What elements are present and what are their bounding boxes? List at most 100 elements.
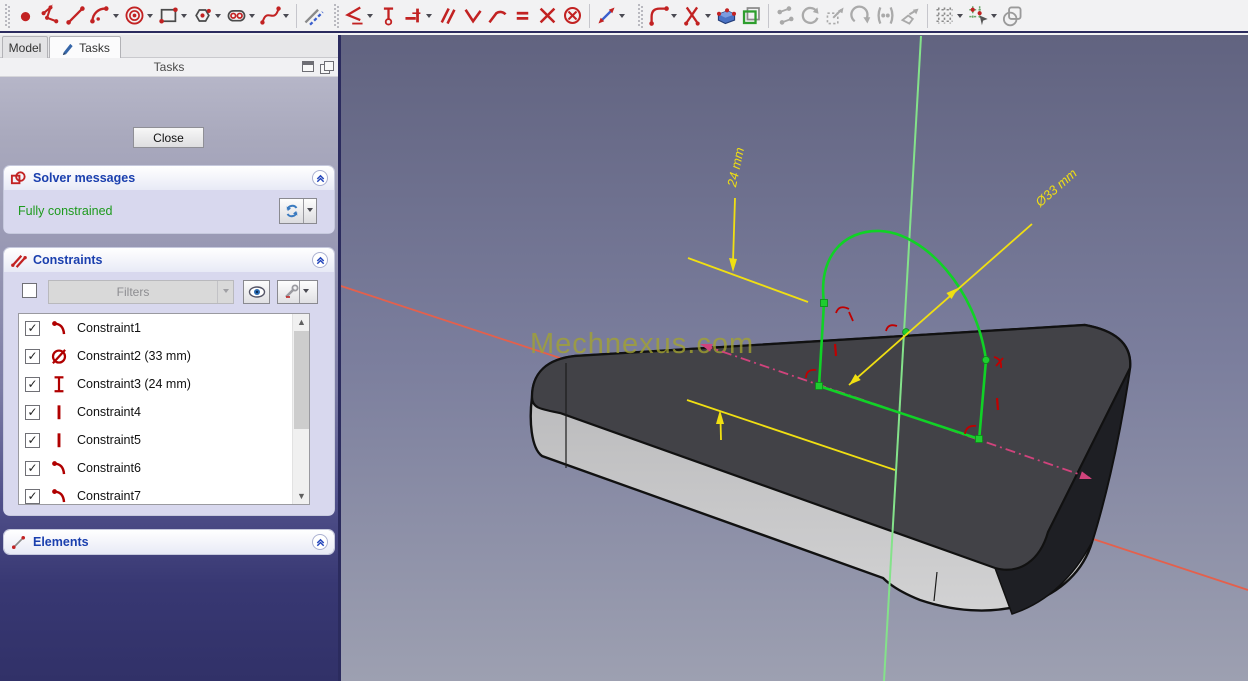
line-button[interactable] bbox=[63, 2, 88, 30]
constraint-checkbox[interactable] bbox=[25, 460, 40, 476]
constraint-checkbox[interactable] bbox=[25, 320, 40, 336]
filters-placeholder: Filters bbox=[116, 285, 150, 299]
tab-model[interactable]: Model bbox=[2, 36, 48, 58]
dock-icon[interactable] bbox=[302, 61, 314, 72]
symmetry-button[interactable] bbox=[873, 2, 898, 30]
constraints-header[interactable]: Constraints bbox=[4, 248, 334, 272]
dimension-dropdown[interactable] bbox=[367, 14, 373, 21]
polygon-dropdown[interactable] bbox=[215, 14, 221, 21]
block-button[interactable] bbox=[560, 2, 585, 30]
constraint-settings-button[interactable] bbox=[277, 280, 318, 304]
constraints-icon bbox=[11, 254, 27, 268]
float-icon[interactable] bbox=[320, 61, 334, 74]
horizontal-vertical-dropdown[interactable] bbox=[426, 14, 432, 21]
scroll-up-icon[interactable]: ▲ bbox=[293, 314, 309, 330]
sketch-vertex[interactable] bbox=[975, 435, 983, 443]
slot-button[interactable] bbox=[224, 2, 258, 30]
tab-tasks[interactable]: Tasks bbox=[49, 36, 121, 59]
rectangle-button[interactable] bbox=[156, 2, 190, 30]
constraint-row[interactable]: Constraint3 (24 mm) bbox=[19, 370, 309, 398]
render-order-button[interactable] bbox=[1000, 2, 1025, 30]
snap-button[interactable] bbox=[966, 2, 1000, 30]
constraint-row[interactable]: Constraint7 bbox=[19, 482, 309, 504]
3d-scene[interactable]: Mechnexus.com 24 mm Ø33 mm bbox=[341, 35, 1248, 681]
vertical-marker[interactable] bbox=[833, 343, 838, 357]
filter-checkbox[interactable] bbox=[22, 283, 37, 298]
constraint-checkbox[interactable] bbox=[25, 376, 40, 392]
clone-button[interactable] bbox=[773, 2, 798, 30]
constraint-list[interactable]: Constraint1 Constraint2 (33 mm) Constrai… bbox=[18, 313, 310, 505]
polyline-button[interactable] bbox=[38, 2, 63, 30]
constraint-checkbox[interactable] bbox=[25, 404, 40, 420]
arc-button[interactable] bbox=[88, 2, 122, 30]
toolbar-drag-handle[interactable] bbox=[5, 3, 10, 28]
close-button[interactable]: Close bbox=[133, 127, 204, 148]
sketch-vertex[interactable] bbox=[815, 382, 823, 390]
equal-button[interactable] bbox=[510, 2, 535, 30]
move-button[interactable] bbox=[898, 2, 923, 30]
collapse-chevron-icon[interactable] bbox=[312, 534, 328, 550]
slot-dropdown[interactable] bbox=[249, 14, 255, 21]
dimension-button[interactable] bbox=[342, 2, 376, 30]
collapse-chevron-icon[interactable] bbox=[312, 170, 328, 186]
rectangle-dropdown[interactable] bbox=[181, 14, 187, 21]
scale-button[interactable] bbox=[823, 2, 848, 30]
settings-dropdown[interactable] bbox=[299, 281, 312, 303]
tangent-icon bbox=[488, 10, 507, 24]
tab-model-label: Model bbox=[8, 40, 42, 55]
3d-viewport[interactable]: Mechnexus.com 24 mm Ø33 mm bbox=[341, 35, 1248, 681]
grid-dropdown[interactable] bbox=[957, 14, 963, 21]
snap-dropdown[interactable] bbox=[991, 14, 997, 21]
perpendicular-button[interactable] bbox=[460, 2, 485, 30]
distance-dropdown[interactable] bbox=[619, 14, 625, 21]
rotate-button[interactable] bbox=[798, 2, 823, 30]
vertical-marker[interactable] bbox=[995, 397, 1000, 411]
constraint-row[interactable]: Constraint6 bbox=[19, 454, 309, 482]
watermark-text: Mechnexus.com bbox=[530, 328, 754, 360]
constraint-row[interactable]: Constraint5 bbox=[19, 426, 309, 454]
toolbar-drag-handle[interactable] bbox=[334, 3, 339, 28]
refresh-dropdown[interactable] bbox=[304, 199, 316, 223]
tangent-button[interactable] bbox=[485, 2, 510, 30]
fillet-button[interactable] bbox=[646, 2, 680, 30]
offset-button[interactable] bbox=[848, 2, 873, 30]
polygon-button[interactable] bbox=[190, 2, 224, 30]
bspline-button[interactable] bbox=[258, 2, 292, 30]
bspline-dropdown[interactable] bbox=[283, 14, 289, 21]
trim-button[interactable] bbox=[680, 2, 714, 30]
coincident-button[interactable] bbox=[376, 2, 401, 30]
point-button[interactable] bbox=[13, 2, 38, 30]
external-geometry-button[interactable] bbox=[714, 2, 739, 30]
parallel-button[interactable] bbox=[435, 2, 460, 30]
horizontal-vertical-button[interactable] bbox=[401, 2, 435, 30]
collapse-chevron-icon[interactable] bbox=[312, 252, 328, 268]
grid-button[interactable] bbox=[932, 2, 966, 30]
elements-header[interactable]: Elements bbox=[4, 530, 334, 554]
scrollbar[interactable]: ▲ ▼ bbox=[292, 314, 309, 504]
constraint-checkbox[interactable] bbox=[25, 488, 40, 504]
solver-messages-header[interactable]: Solver messages bbox=[4, 166, 334, 190]
scrollbar-thumb[interactable] bbox=[294, 331, 309, 429]
toolbar-drag-handle[interactable] bbox=[638, 3, 643, 28]
distance-button[interactable] bbox=[594, 2, 628, 30]
constraint-row[interactable]: Constraint4 bbox=[19, 398, 309, 426]
constraint-checkbox[interactable] bbox=[25, 432, 40, 448]
circle-dropdown[interactable] bbox=[147, 14, 153, 21]
sketch-vertex[interactable] bbox=[820, 299, 828, 307]
refresh-button[interactable] bbox=[279, 198, 317, 224]
symmetric-button[interactable] bbox=[535, 2, 560, 30]
trim-dropdown[interactable] bbox=[705, 14, 711, 21]
show-hide-constraints-button[interactable] bbox=[243, 280, 270, 304]
constraint-row[interactable]: Constraint1 bbox=[19, 314, 309, 342]
sketch-vertex[interactable] bbox=[982, 355, 991, 364]
construction-mode-button[interactable] bbox=[301, 2, 326, 30]
scroll-down-icon[interactable]: ▼ bbox=[293, 488, 309, 504]
constraint-checkbox[interactable] bbox=[25, 348, 40, 364]
grid-icon bbox=[936, 7, 953, 24]
carbon-copy-button[interactable] bbox=[739, 2, 764, 30]
circle-button[interactable] bbox=[122, 2, 156, 30]
constraint-row[interactable]: Constraint2 (33 mm) bbox=[19, 342, 309, 370]
fillet-dropdown[interactable] bbox=[671, 14, 677, 21]
equal-icon bbox=[516, 11, 529, 20]
arc-dropdown[interactable] bbox=[113, 14, 119, 21]
